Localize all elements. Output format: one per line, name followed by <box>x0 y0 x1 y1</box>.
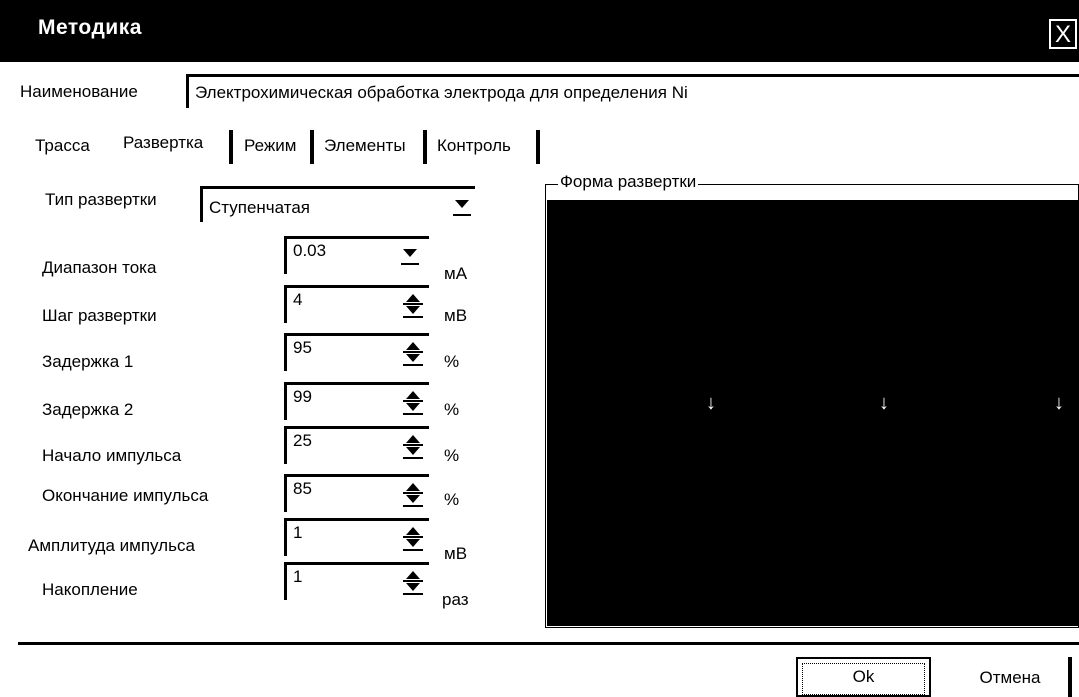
field-unit: % <box>444 490 460 509</box>
current-range-select[interactable]: 0.03 <box>284 236 429 274</box>
delay-2-spinner[interactable]: 99 <box>284 382 429 420</box>
spinner-arrows-icon[interactable] <box>403 483 423 507</box>
window-title: Методика <box>38 16 142 39</box>
ok-label: Ok <box>852 667 875 686</box>
cancel-label: Отмена <box>979 668 1041 687</box>
close-icon[interactable]: X <box>1049 19 1077 49</box>
name-label: Наименование <box>20 82 138 101</box>
field-unit: % <box>444 352 460 371</box>
field-label-pulse-end: Окончание импульса <box>42 486 209 505</box>
pulse-start-value: 25 <box>293 431 312 450</box>
arrow-down-icon: ↓ <box>879 392 889 414</box>
tab-trace[interactable]: Трасса <box>30 130 95 164</box>
field-label-current-range: Диапазон тока <box>42 258 157 277</box>
pulse-amplitude-spinner[interactable]: 1 <box>284 518 429 556</box>
field-label-sweep-step: Шаг развертки <box>42 306 157 325</box>
current-range-value: 0.03 <box>293 241 327 260</box>
sweep-type-label: Тип развертки <box>45 190 157 209</box>
pulse-start-spinner[interactable]: 25 <box>284 426 429 464</box>
divider <box>18 642 1079 645</box>
field-unit: раз <box>442 590 469 609</box>
arrow-down-icon: ↓ <box>706 392 716 414</box>
field-label-delay-2: Задержка 2 <box>42 400 134 419</box>
arrow-down-icon: ↓ <box>1054 392 1064 414</box>
field-unit: мВ <box>444 544 468 563</box>
field-label-pulse-start: Начало импульса <box>42 446 182 465</box>
pulse-amplitude-value: 1 <box>293 523 303 542</box>
tab-control[interactable]: Контроль <box>432 130 540 164</box>
pulse-end-spinner[interactable]: 85 <box>284 474 429 512</box>
tab-sweep[interactable]: Развертка <box>118 130 233 164</box>
title-bar <box>0 0 1079 62</box>
delay-1-spinner[interactable]: 95 <box>284 333 429 371</box>
field-unit: мВ <box>444 306 468 325</box>
sweep-step-value: 4 <box>293 290 303 309</box>
cancel-button[interactable]: Отмена <box>948 657 1072 697</box>
spinner-arrows-icon[interactable] <box>403 435 423 459</box>
button-edge <box>1068 657 1072 697</box>
sweep-type-value: Ступенчатая <box>209 198 310 217</box>
spinner-arrows-icon[interactable] <box>403 294 423 318</box>
field-label-accumulation: Накопление <box>42 580 138 599</box>
field-unit: мА <box>444 264 468 283</box>
chevron-down-icon[interactable] <box>399 245 419 267</box>
accumulation-spinner[interactable]: 1 <box>284 562 429 600</box>
sweep-type-select[interactable]: Ступенчатая <box>200 186 475 222</box>
delay-2-value: 99 <box>293 387 312 406</box>
field-label-delay-1: Задержка 1 <box>42 352 134 371</box>
delay-1-value: 95 <box>293 338 312 357</box>
pulse-end-value: 85 <box>293 479 312 498</box>
sweep-step-spinner[interactable]: 4 <box>284 285 429 323</box>
waveform-title: Форма развертки <box>558 172 699 192</box>
chevron-down-icon[interactable] <box>451 196 471 218</box>
field-label-pulse-amplitude: Амплитуда импульса <box>28 536 195 555</box>
ok-button[interactable]: Ok <box>796 657 931 697</box>
spinner-arrows-icon[interactable] <box>403 527 423 551</box>
spinner-arrows-icon[interactable] <box>403 571 423 595</box>
tab-elements[interactable]: Элементы <box>319 130 427 164</box>
spinner-arrows-icon[interactable] <box>403 342 423 366</box>
name-field[interactable]: Электрохимическая обработка электрода дл… <box>186 74 1079 108</box>
waveform-canvas <box>547 200 1079 626</box>
tab-mode[interactable]: Режим <box>239 130 314 164</box>
accumulation-value: 1 <box>293 567 303 586</box>
field-unit: % <box>444 400 460 419</box>
spinner-arrows-icon[interactable] <box>403 391 423 415</box>
field-unit: % <box>444 446 460 465</box>
